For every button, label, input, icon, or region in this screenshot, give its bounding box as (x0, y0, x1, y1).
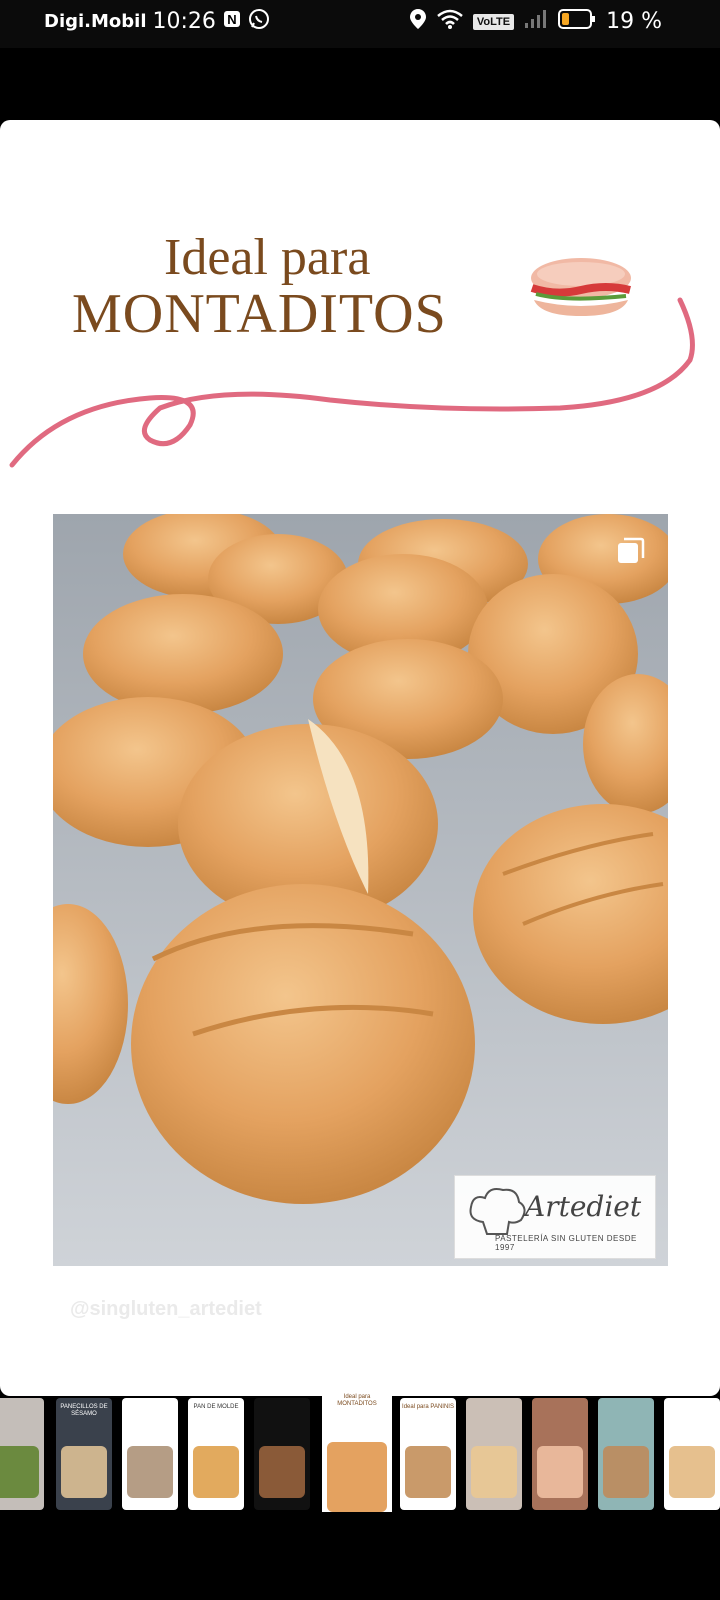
multi-photo-icon (616, 536, 646, 566)
story-thumbnail[interactable] (254, 1398, 310, 1510)
watermark-handle: @singluten_artediet (70, 1298, 262, 1320)
battery-percent: 19 % (606, 9, 662, 34)
story-thumbnail[interactable] (0, 1398, 44, 1510)
decorative-swirl (0, 290, 720, 495)
wifi-icon (437, 8, 463, 35)
story-thumbnail[interactable]: PANECILLOS DE SÉSAMO (56, 1398, 112, 1510)
story-thumbnail-strip: PANECILLOS DE SÉSAMO PAN DE MOLDE Ideal … (0, 1388, 720, 1524)
story-card[interactable]: Ideal para MONTADITOS Artediet PASTELERÍ… (0, 120, 720, 1396)
story-thumbnail[interactable]: PAN DE MOLDE (188, 1398, 244, 1510)
story-thumbnail-active[interactable]: Ideal para MONTADITOS (322, 1388, 392, 1524)
carrier-name: Digi.Mobil (44, 11, 147, 32)
status-bar: Digi.Mobil 10:26 N VoLTE 19 % (0, 0, 720, 48)
signal-icon (524, 9, 548, 34)
whatsapp-icon (248, 8, 270, 35)
story-thumbnail[interactable] (532, 1398, 588, 1510)
story-title-line1: Ideal para (164, 229, 371, 286)
story-thumbnail[interactable] (122, 1398, 178, 1510)
clock: 10:26 (152, 9, 216, 34)
svg-text:N: N (227, 12, 236, 27)
brand-logo: Artediet PASTELERÍA SIN GLUTEN DESDE 199… (454, 1175, 656, 1259)
story-thumbnail[interactable] (598, 1398, 654, 1510)
brand-name: Artediet (525, 1190, 642, 1223)
bread-rolls-photo: Artediet PASTELERÍA SIN GLUTEN DESDE 199… (53, 514, 668, 1266)
bottom-bar (0, 1512, 720, 1600)
story-thumbnail[interactable]: Ideal para PANINIS (400, 1398, 456, 1510)
nfc-icon: N (222, 9, 242, 34)
volte-badge: VoLTE (472, 13, 515, 30)
brand-tagline: PASTELERÍA SIN GLUTEN DESDE 1997 (495, 1234, 637, 1252)
story-thumbnail[interactable] (466, 1398, 522, 1510)
chef-hat-icon (469, 1188, 526, 1235)
location-icon (409, 8, 427, 35)
story-thumbnail[interactable] (664, 1398, 720, 1510)
battery-icon (558, 8, 596, 35)
